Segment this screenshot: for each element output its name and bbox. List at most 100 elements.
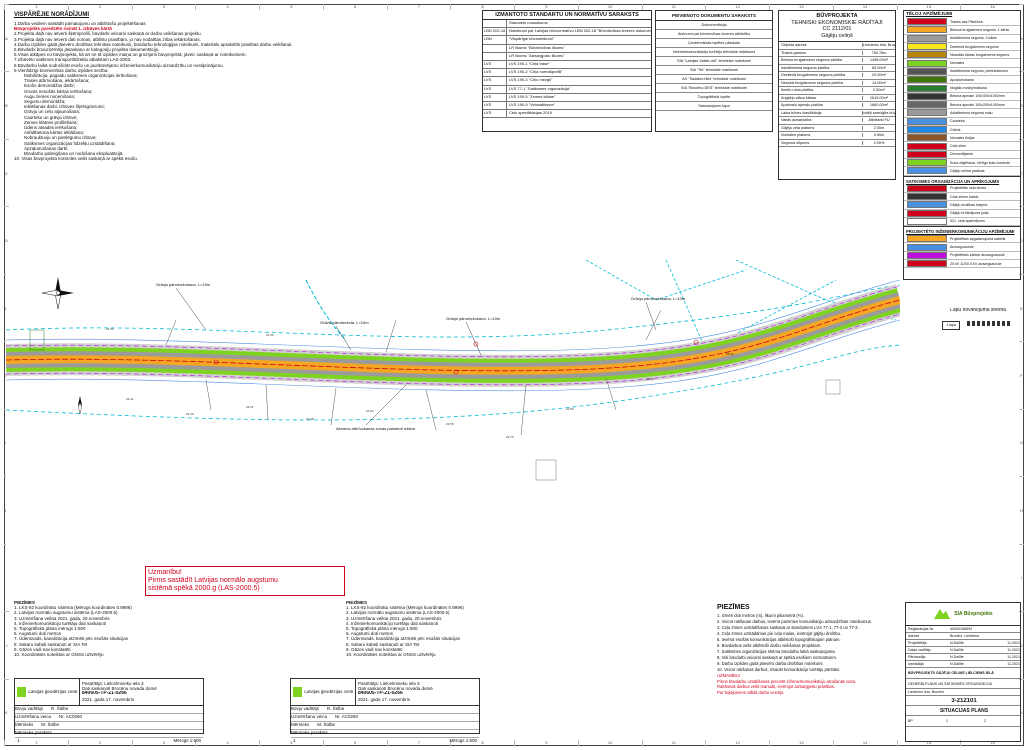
stamp-sheet: 1 [17,738,20,743]
technical-indicator-name: Dzeltenā bruģakmens seguma platība [779,73,863,78]
general-notes-title: VISPĀRĒJIE NORĀDĪJUMI [14,12,90,18]
standards-row: LVS LVS 190-2 "Ceļa normālprofili" [483,69,651,78]
legend-item: Trases ass PiketAža [904,18,1020,27]
legend-swatch [907,26,947,34]
technical-indicator-row: Seguma slīpums 2.00% [779,140,895,147]
stamp-role: Mērnieks [291,722,310,727]
legend-swatch [907,84,947,92]
legend-item: Gājēju drošības barjera [904,201,1020,210]
title-block: SIA Būvprojekts Reģistrācijas Nr. 4000316… [905,602,1021,742]
sheet-number: 1 [946,719,948,723]
legend-swatch [907,193,947,201]
standards-row: LBN "Vispārīgie būvnoteikumi" [483,36,651,45]
surveyor-logo-icon [293,687,303,697]
standards-name: LVS 190-1 "Ceļa trase" [509,60,550,66]
documents-table: PIEVIENOTO DOKUMENTU SARAKSTS Dokumentāc… [655,10,773,132]
height-system-warning: Uzmanību! Pirms sastādīt Latvijas normālo… [145,566,345,596]
technical-indicator-row: Dzeltenā bruģakmens seguma platība 20.00m… [779,72,895,80]
documents-title: PIEVIENOTO DOKUMENTU SARAKSTS [656,11,772,21]
stamp-sheet: 1 [293,738,296,743]
north-arrow-small-icon [77,396,83,415]
object-address: Lielciems iela, Brocēni [908,690,944,694]
standards-code [483,44,507,52]
standards-name: LVS 190-5 "Zemes klātne" [509,93,556,99]
legend-label: Projektētais apgaismojuma kabelis [950,236,1006,241]
legend-section-utilities: PROJEKTĒTO INŽENIERKOMUNIKĀCIJU APZĪMĒJU… [904,226,1020,235]
legend-item: Gājēju brīdinājuma josla [904,209,1020,218]
standards-name: "Vispārīgie būvnoteikumi" [509,36,555,42]
standards-row: LVS LVS 190-1 "Ceļa trase" [483,60,651,70]
standards-row: LR likums "Aizsargjoslu likums" [483,52,651,61]
legend-label: Projektētās ceļa zīmes [950,186,987,191]
title-block-value: Brocēni, Lielciems [950,634,980,638]
legend-item: 20 kV 110/0.4 kV aizsargcaurule [904,260,1020,269]
technical-indicator-value: 2.00m [873,125,885,130]
grid-row-label: F [1019,341,1024,408]
legend-section-traffic: SATIKSMES ORGANIZĀCIJA UN APRĪKOJUMS [904,175,1020,185]
technical-indicator-name: Nomales platums [779,133,863,138]
legend-swatch [907,67,947,75]
company-logo-icon [934,609,951,619]
legend-swatch [907,126,947,133]
legend-label: Nesošās kārtas bruģakmens segums [950,52,1010,57]
legend-swatch [907,18,947,26]
document-row: Saskaņojumu lapa [656,102,772,111]
legend-swatch [907,109,947,117]
grid-column-label: 1 [4,4,68,10]
legend-item: Betona apmale 100x300x1000mm [904,92,1020,101]
legend-item: Projektētais kabeļu aizsargcaurule [904,251,1020,261]
technical-indicator-value: 1619.00m² [869,95,889,100]
standards-row: LVS LVS 190-9 "Velosatiksme" [483,101,651,111]
legend-swatch [907,150,947,158]
standards-code: LVS [483,110,507,118]
legend-label: Asfaltbetona segums, 2.kārta [950,36,997,41]
legend-label: Dzeltenā bruģakmens segums [950,44,999,49]
standards-code: LVS [483,77,507,85]
technical-indicator-row: Trases garums 760.76m [779,50,895,57]
technical-indicators-table: BŪVPROJEKTA TEHNISKI EKONOMISKIE RĀDĪTĀJI… [778,10,896,180]
general-notes-lines: 1.Darba veidiem sastādīt pamatojumu un a… [14,21,344,161]
grid-column-label: 9 [514,740,578,746]
standards-row: LR likums "Būvniecības likums" [483,44,651,53]
standards-title: IZMANTOTO STANDARTU UN NORMATĪVU SARAKST… [483,11,651,20]
title-block-value: N.Dailīte [950,648,964,652]
technical-indicator-value: 2.00% [873,140,885,145]
stamp-role: Mērnieka paraksts [291,730,328,735]
grid-row-label: A [4,4,9,71]
title-block-key: Projektētājs [908,641,927,645]
legend-swatch [907,92,947,100]
legend-label: Demontējamie [950,152,974,157]
legend-item: 921. ceļa apzīmējums [904,217,1020,227]
svg-text:22.83: 22.83 [566,407,574,411]
legend-item: Betona apmale 100x200x1000mm [904,101,1020,110]
legend-item: Asfaltbetona segums, piebrauktuves [904,67,1020,77]
stamp-role: Būvju vadītājs [291,706,320,711]
warning-line: Pirms sastādīt Latvijas normālo augstumu [148,577,278,584]
technical-indicator-row: Gājēju ceļa platums 2.00m [779,125,895,132]
grid-row-label: J [4,611,9,678]
legend-swatch [907,76,947,84]
survey-note-line: 10. Koordinātes noteiktas ar GNSS uztvēr… [346,652,436,658]
svg-text:22.31: 22.31 [106,327,114,331]
legend-item: Asfaltbetona seguma malu [904,109,1020,118]
stamp-role: Uzmērīšanu veica [15,714,52,719]
document-row: SIA "Brocēnu ŪKS" tehniskie noteikumi [656,84,772,93]
document-row: AS "Sadales tīkls" tehniskie noteikumi [656,75,772,84]
grid-column-label: 7 [386,4,451,10]
technical-indicator-row: Betona bruģakmens seguma platība 1498.00m… [779,57,895,65]
stage-value: BP [908,719,913,723]
grid-row-label: E [1019,273,1024,341]
technical-indicator-value: 1660.00m² [869,103,889,108]
grid-column-label: 14 [832,740,897,746]
legend-label: Apzaļumošana [950,77,974,82]
title-block-key: Daļas vadītājs [908,648,931,652]
title-block-date: 11.2021 [1007,648,1020,652]
stamp-date: 2021. gada 17. novembris [82,696,135,702]
callout-3: Grāvja pārrobežošana, L=10m [446,316,501,321]
technical-indicator-value: vidēji sarežģīta būve [863,110,895,115]
standards-code: LVS [483,69,507,77]
drawing-notes-title: PIEZĪMES [717,604,750,611]
title-block-key: Adrese [908,634,920,638]
legend-swatch [907,209,947,217]
legend-item: Apzaļumošana [904,76,1020,85]
